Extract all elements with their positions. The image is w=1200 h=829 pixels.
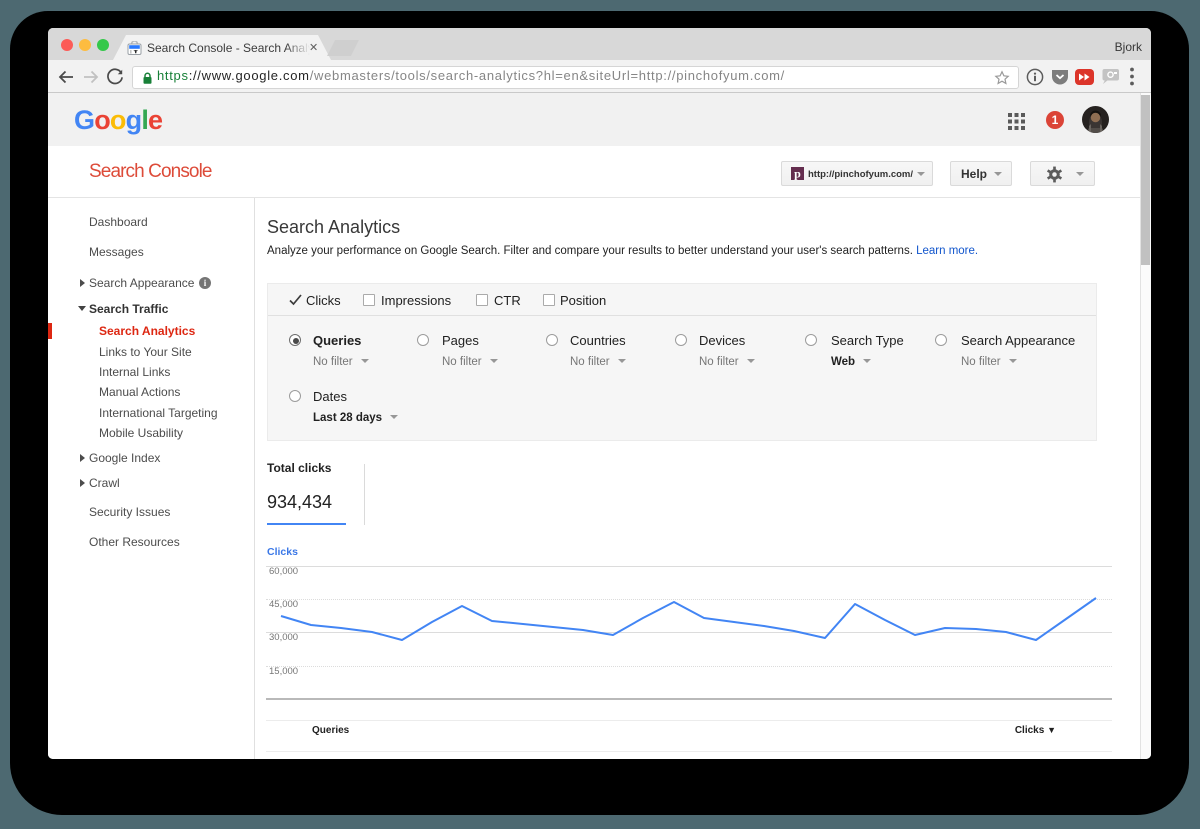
svg-text:p: p (794, 167, 801, 180)
